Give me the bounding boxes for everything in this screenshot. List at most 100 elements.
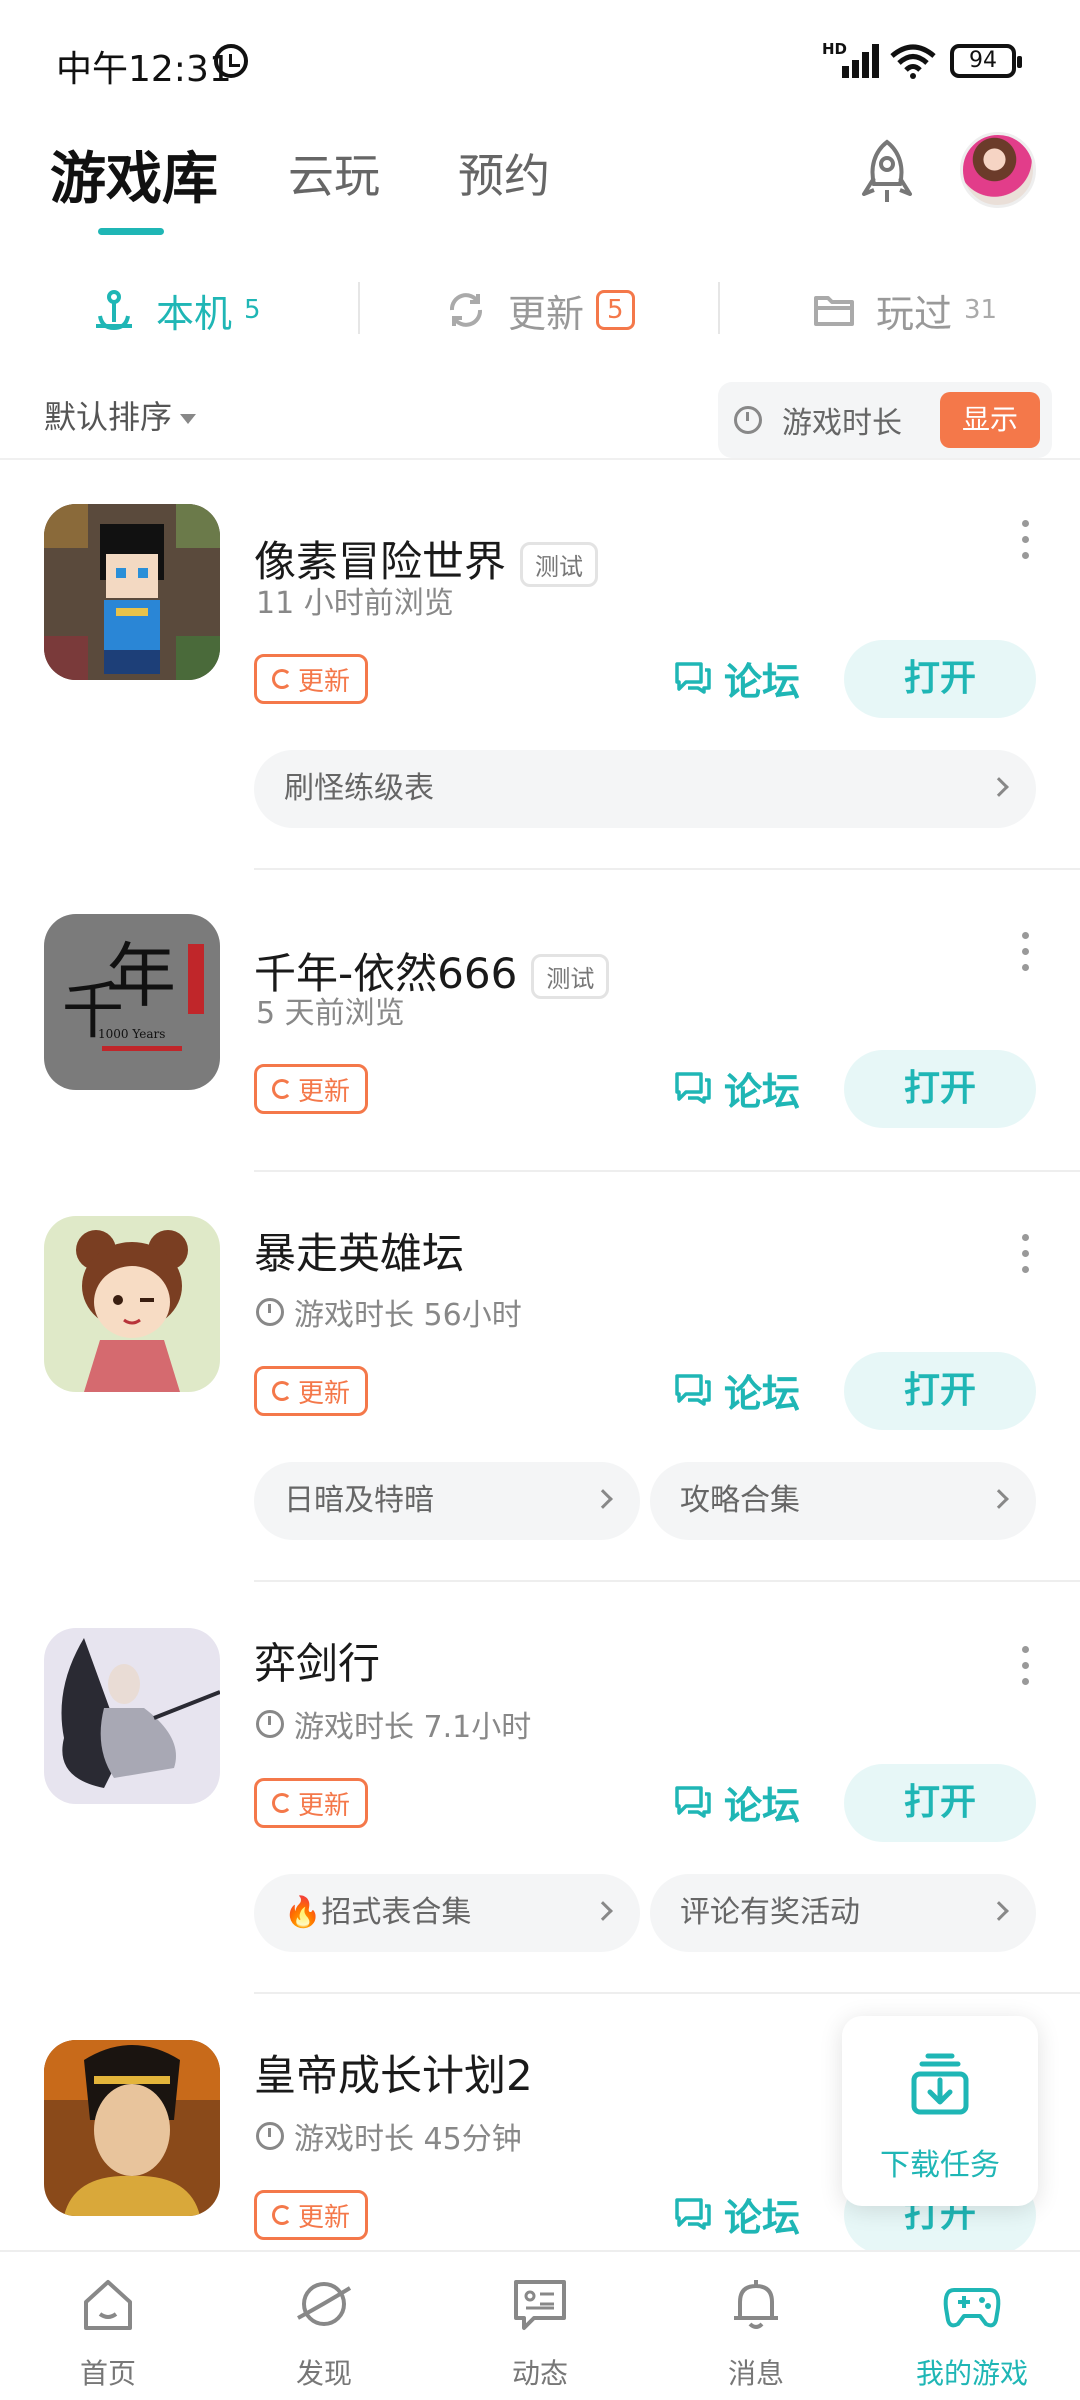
signal-icon: HD [822,40,882,80]
gamepad-icon [943,2288,1001,2328]
chevron-right-icon [989,1901,1009,1921]
test-badge: 测试 [531,954,610,999]
more-icon[interactable] [1022,520,1032,568]
divider [254,1992,1080,1994]
game-link[interactable]: 攻略合集 [650,1462,1036,1540]
sort-dropdown[interactable]: 默认排序 [44,392,197,438]
timer-icon [256,1710,284,1738]
game-subtitle: 11 小时前浏览 [256,586,454,621]
chat-icon [675,1786,711,1818]
subtab-local-count: 5 [244,295,261,325]
show-button[interactable]: 显示 [940,392,1040,448]
chevron-right-icon [593,1489,613,1509]
game-title[interactable]: 弈剑行 [254,1630,380,1691]
game-icon-hero-altar[interactable] [44,1216,220,1392]
subtab-local-label: 本机 [156,291,233,336]
subtab-played-count: 31 [964,295,998,325]
chat-icon [675,1072,711,1104]
active-tab-indicator [98,228,164,235]
tab-reserve[interactable]: 预约 [458,140,550,206]
download-tasks-label: 下载任务 [880,2148,1000,2183]
subtab-update-label: 更新 [508,291,585,336]
svg-text:1000 Years: 1000 Years [98,1027,165,1041]
bottom-nav: 首页 发现 动态 消息 我的游戏 [0,2250,1080,2400]
game-icon-millennium[interactable]: 千 年 1000 Years [44,914,220,1090]
chat-icon [675,662,711,694]
network-type: HD [822,40,848,58]
nav-my-games[interactable]: 我的游戏 [864,2252,1080,2400]
refresh-icon [271,1381,292,1401]
status-bar: 中午12:31 HD 94 [0,0,1080,120]
timer-icon [256,2122,284,2150]
game-link[interactable]: 🔥招式表合集 [254,1874,640,1952]
anchor-icon [96,290,132,331]
update-badge: 更新 [254,2190,368,2240]
nav-home[interactable]: 首页 [0,2252,216,2400]
bell-icon [734,2280,778,2329]
tab-cloud-play[interactable]: 云玩 [288,140,380,206]
game-icon-sword-journey[interactable] [44,1628,220,1804]
chat-icon [675,1374,711,1406]
refresh-icon [271,669,292,689]
update-badge: 更新 [254,654,368,704]
test-badge: 测试 [520,542,599,587]
forum-button[interactable]: 论坛 [674,1772,800,1832]
divider [254,1580,1080,1582]
avatar[interactable] [960,132,1036,208]
open-button[interactable]: 打开 [844,640,1036,718]
game-subtitle: 5 天前浏览 [256,996,405,1031]
more-icon[interactable] [1022,1646,1032,1694]
download-icon [911,2053,969,2115]
message-icon [514,2280,566,2330]
rocket-icon[interactable] [852,138,922,208]
refresh-icon [271,1079,292,1099]
divider [254,868,1080,870]
nav-messages[interactable]: 消息 [648,2252,864,2400]
svg-text:年: 年 [106,935,176,1017]
open-button[interactable]: 打开 [844,1352,1036,1430]
subtab-played[interactable]: 玩过 31 [812,280,997,340]
divider [0,458,1080,460]
battery-icon: 94 [950,44,1022,78]
game-playtime: 游戏时长 45分钟 [256,2114,522,2158]
timer-icon [256,1298,284,1326]
status-time: 中午12:31 [56,49,232,90]
refresh-icon [271,2205,292,2225]
subtab-played-label: 玩过 [876,291,953,336]
game-link[interactable]: 日暗及特暗 [254,1462,640,1540]
forum-button[interactable]: 论坛 [674,1058,800,1118]
wifi-icon [890,44,936,79]
chevron-right-icon [593,1901,613,1921]
game-link[interactable]: 评论有奖活动 [650,1874,1036,1952]
timer-icon [734,406,762,434]
game-playtime: 游戏时长 56小时 [256,1290,522,1334]
game-icon-emperor-plan[interactable] [44,2040,220,2216]
chevron-down-icon [180,414,197,424]
home-icon [84,2280,132,2330]
forum-button[interactable]: 论坛 [674,2184,800,2244]
open-button[interactable]: 打开 [844,1764,1036,1842]
play-time-label: 游戏时长 [782,406,902,441]
planet-icon [297,2282,352,2326]
update-badge: 更新 [254,1366,368,1416]
game-icon-pixel-adventure[interactable] [44,504,220,680]
more-icon[interactable] [1022,1234,1032,1282]
refresh-icon [271,1793,292,1813]
subtab-local[interactable]: 本机 5 [92,280,261,340]
tab-game-library[interactable]: 游戏库 [50,134,218,215]
more-icon[interactable] [1022,932,1032,980]
chevron-right-icon [989,1489,1009,1509]
game-link[interactable]: 刷怪练级表 [254,750,1036,828]
download-tasks-button[interactable]: 下载任务 [842,2016,1038,2206]
nav-feed[interactable]: 动态 [432,2252,648,2400]
forum-button[interactable]: 论坛 [674,1360,800,1420]
play-time-toggle[interactable]: 游戏时长 显示 [718,382,1052,458]
nav-discover[interactable]: 发现 [216,2252,432,2400]
open-button[interactable]: 打开 [844,1050,1036,1128]
chevron-right-icon [989,777,1009,797]
refresh-icon [450,293,482,327]
game-title[interactable]: 暴走英雄坛 [254,1220,464,1281]
game-title[interactable]: 皇帝成长计划2 [254,2042,533,2103]
subtab-update[interactable]: 更新 5 [444,280,635,340]
forum-button[interactable]: 论坛 [674,648,800,708]
